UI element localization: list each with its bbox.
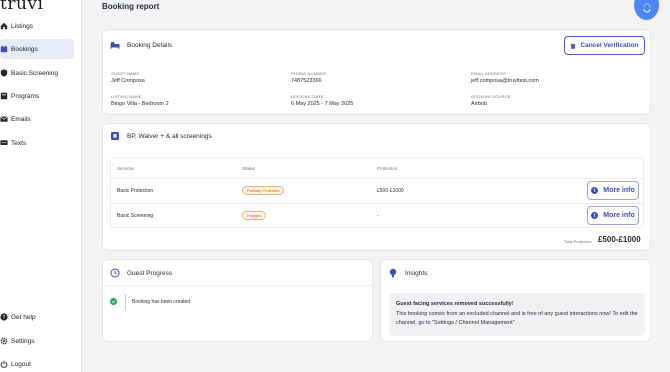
column-header-services: Services xyxy=(117,166,135,171)
page-title: Booking report xyxy=(102,2,160,11)
guest-name-value: Jeff Composa xyxy=(111,78,145,84)
screenings-title: BP, Waiver + & all screenings xyxy=(127,132,212,140)
protection-value: £500-£1000 xyxy=(377,188,404,194)
more-info-button[interactable]: i More info xyxy=(587,181,639,200)
column-header-status: Status xyxy=(242,166,255,171)
listing-name-label: LISTING NAME xyxy=(111,94,142,99)
booking-details-header: Booking Details xyxy=(110,40,172,50)
protection-value: - xyxy=(377,213,379,219)
lightbulb-icon xyxy=(388,268,398,278)
screenings-card: BP, Waiver + & all screenings Services S… xyxy=(102,123,651,251)
header-divider xyxy=(103,285,372,286)
more-info-label: More info xyxy=(603,187,635,194)
svg-text:?: ? xyxy=(3,315,6,321)
sidebar-item-texts[interactable]: Texts xyxy=(0,133,74,153)
check-icon xyxy=(110,298,117,305)
sidebar-item-label: Listings xyxy=(11,22,34,30)
power-icon xyxy=(0,360,8,368)
sidebar-item-label: Texts xyxy=(11,139,27,147)
mail-icon xyxy=(0,115,8,123)
guest-progress-title: Guest Progress xyxy=(127,269,173,277)
refresh-icon xyxy=(642,0,652,13)
sidebar-item-label: Logout xyxy=(11,360,31,368)
sidebar-item-settings[interactable]: Settings xyxy=(0,331,74,351)
sidebar: truvi Listings Bookings Basic Screening … xyxy=(0,0,82,372)
email-value: jeff.composa@truvitest.com xyxy=(471,78,539,84)
email-label: EMAIL ADDRESS xyxy=(471,71,506,76)
screenings-table: Services Status Protection Basic Protect… xyxy=(110,157,644,228)
insight-message-title: Guest facing services removed successful… xyxy=(396,301,514,307)
sidebar-item-logout[interactable]: Logout xyxy=(0,354,74,372)
programs-icon xyxy=(0,92,8,100)
guest-name-label: GUEST NAME xyxy=(111,71,140,76)
chat-icon xyxy=(0,139,8,147)
booking-details-title: Booking Details xyxy=(127,41,173,49)
status-badge: Flagged xyxy=(242,211,267,220)
service-name: Basic Screening xyxy=(117,213,154,219)
sidebar-item-programs[interactable]: Programs xyxy=(0,86,74,106)
insights-card: Insights Guest facing services removed s… xyxy=(380,259,651,342)
more-info-label: More info xyxy=(603,212,635,219)
row-divider xyxy=(111,203,643,204)
guest-progress-header: Guest Progress xyxy=(110,268,172,278)
booking-source-label: BOOKING SOURCE xyxy=(471,94,511,99)
gear-icon xyxy=(0,337,8,345)
bed-icon xyxy=(110,40,120,50)
clock-icon xyxy=(110,268,120,278)
phone-number-label: PHONE NUMBER xyxy=(291,71,327,76)
info-icon: i xyxy=(591,187,599,194)
insight-message-body: This booking comes from an excluded chan… xyxy=(396,311,638,326)
sidebar-item-emails[interactable]: Emails xyxy=(0,109,74,129)
timeline-line xyxy=(125,294,126,310)
cancel-verification-label: Cancel Verification xyxy=(580,42,639,49)
trash-icon xyxy=(571,43,576,49)
cancel-verification-button[interactable]: Cancel Verification xyxy=(564,36,645,55)
total-protection-value: £500-£1000 xyxy=(598,235,641,244)
booking-source-value: Airbnb xyxy=(471,101,487,107)
info-icon: i xyxy=(591,212,599,219)
sidebar-item-label: Get help xyxy=(11,313,36,321)
bookings-icon xyxy=(0,45,8,53)
app-logo: truvi xyxy=(0,0,44,14)
service-name: Basic Protection xyxy=(117,188,154,194)
progress-event: Booking has been created xyxy=(132,299,191,305)
column-header-protection: Protection xyxy=(377,166,398,171)
sidebar-item-label: Bookings xyxy=(11,45,38,53)
guest-progress-card: Guest Progress Booking has been created xyxy=(102,259,373,342)
help-icon: ? xyxy=(0,313,8,321)
home-icon xyxy=(0,22,8,30)
insights-header: Insights xyxy=(388,268,427,278)
listing-name-value: Bingo Villa - Bedroom 2 xyxy=(111,101,169,107)
screening-icon xyxy=(110,131,120,141)
insights-title: Insights xyxy=(405,269,428,277)
sidebar-item-label: Settings xyxy=(11,337,35,345)
sidebar-item-label: Basic Screening xyxy=(11,69,58,77)
sidebar-item-label: Emails xyxy=(11,115,31,123)
shield-icon xyxy=(0,69,8,77)
booking-details-card: Booking Details Cancel Verification GUES… xyxy=(102,29,651,115)
header-divider xyxy=(111,178,643,179)
sidebar-item-get-help[interactable]: ? Get help xyxy=(0,307,74,327)
sidebar-item-basic-screening[interactable]: Basic Screening xyxy=(0,63,74,83)
phone-number-value: 7487523366 xyxy=(291,78,322,84)
status-badge: Partially Protected xyxy=(242,186,285,195)
sidebar-item-listings[interactable]: Listings xyxy=(0,16,74,36)
screenings-header: BP, Waiver + & all screenings xyxy=(110,131,212,141)
insight-message: Guest facing services removed successful… xyxy=(389,293,645,336)
sidebar-item-label: Programs xyxy=(11,92,40,100)
sidebar-item-bookings[interactable]: Bookings xyxy=(0,39,74,59)
refresh-fab-button[interactable] xyxy=(634,0,659,20)
more-info-button[interactable]: i More info xyxy=(587,206,639,225)
booking-date-label: BOOKING DATE xyxy=(291,94,324,99)
booking-date-value: 6 May 2025 - 7 May 2025 xyxy=(291,101,354,107)
total-protection-label: Total Protection xyxy=(564,239,592,244)
